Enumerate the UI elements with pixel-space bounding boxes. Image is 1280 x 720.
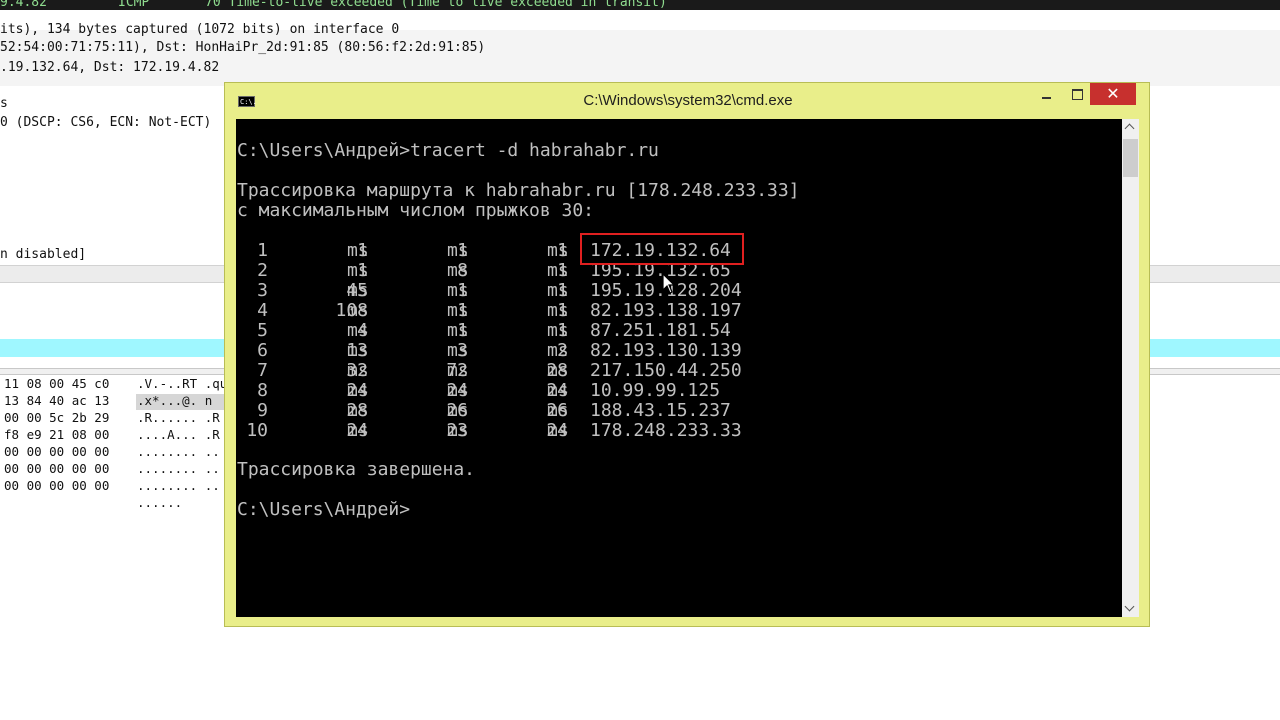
- ascii-row: ........ ..: [137, 461, 220, 476]
- ms-unit: ms: [347, 340, 369, 361]
- hex-row: 00 00 00 00 00: [4, 478, 110, 493]
- hex-row: 00 00 5c 2b 29: [4, 410, 110, 425]
- scroll-thumb[interactable]: [1123, 139, 1138, 177]
- scroll-up-arrow-icon[interactable]: [1122, 119, 1139, 136]
- detail-checksum-line[interactable]: n disabled]: [0, 246, 86, 263]
- hop-ip: 82.193.130.139: [590, 340, 742, 361]
- ascii-row: ........ ..: [137, 444, 220, 459]
- scroll-down-arrow-icon[interactable]: [1122, 600, 1139, 617]
- hex-row: 00 00 00 00 00: [4, 461, 110, 476]
- ms-unit: ms: [547, 300, 569, 321]
- packet-protocol: ICMP: [118, 0, 150, 10]
- ms-unit: ms: [447, 240, 469, 261]
- ascii-row: .x*...@. n: [137, 393, 213, 408]
- detail-ip-line[interactable]: .19.132.64, Dst: 172.19.4.82: [0, 59, 219, 76]
- ms-unit: ms: [547, 400, 569, 421]
- hop-ip: 10.99.99.125: [590, 380, 721, 401]
- maximize-button[interactable]: [1064, 83, 1090, 105]
- hop-ip: 178.248.233.33: [590, 420, 742, 441]
- detail-dscp-line[interactable]: 0 (DSCP: CS6, ECN: Not-ECT): [0, 114, 211, 131]
- packet-destination: 9.4.82: [0, 0, 47, 10]
- window-title: C:\Windows\system32\cmd.exe: [583, 92, 793, 109]
- hop-number: 9: [257, 400, 268, 421]
- detail-frame-line[interactable]: its), 134 bytes captured (1072 bits) on …: [0, 21, 399, 38]
- vertical-scrollbar[interactable]: [1122, 119, 1139, 617]
- close-icon: ✕: [1106, 84, 1120, 103]
- ms-unit: ms: [547, 320, 569, 341]
- hop-number: 10: [246, 420, 268, 441]
- ms-unit: ms: [347, 400, 369, 421]
- hop-ip: 87.251.181.54: [590, 320, 731, 341]
- hop-number: 3: [257, 280, 268, 301]
- ms-unit: ms: [547, 240, 569, 261]
- cmd-window[interactable]: C:\. C:\Windows\system32\cmd.exe ✕ C:\Us…: [224, 82, 1150, 627]
- mouse-cursor-icon: [662, 273, 676, 294]
- trace-header-line: Трассировка маршрута к habrahabr.ru [178…: [237, 180, 800, 201]
- ascii-row: .R...... .R: [137, 410, 220, 425]
- ms-unit: ms: [347, 260, 369, 281]
- ms-unit: ms: [447, 420, 469, 441]
- ms-unit: ms: [347, 320, 369, 341]
- hop-number: 4: [257, 300, 268, 321]
- ms-unit: ms: [347, 300, 369, 321]
- ascii-row: ....A... .R: [137, 427, 220, 442]
- packet-list-selected-row[interactable]: 9.4.82 ICMP 70 Time-to-live exceeded (Ti…: [0, 0, 1280, 10]
- hop-ip: 188.43.15.237: [590, 400, 731, 421]
- ms-unit: ms: [547, 340, 569, 361]
- ms-unit: ms: [347, 360, 369, 381]
- packet-info: 70 Time-to-live exceeded (Time to live e…: [205, 0, 667, 10]
- hop-number: 1: [257, 240, 268, 261]
- ms-unit: ms: [347, 420, 369, 441]
- ms-unit: ms: [447, 400, 469, 421]
- ascii-row: ........ ..: [137, 478, 220, 493]
- hop-number: 7: [257, 360, 268, 381]
- ms-unit: ms: [547, 280, 569, 301]
- hex-row: 00 00 00 00 00: [4, 444, 110, 459]
- minimize-button[interactable]: [1033, 83, 1059, 105]
- hex-row: f8 e9 21 08 00: [4, 427, 110, 442]
- ms-unit: ms: [447, 260, 469, 281]
- detail-ethernet-line[interactable]: 52:54:00:71:75:11), Dst: HonHaiPr_2d:91:…: [0, 39, 485, 56]
- ms-unit: ms: [447, 320, 469, 341]
- ms-unit: ms: [447, 360, 469, 381]
- console-output[interactable]: C:\Users\Андрей>tracert -d habrahabr.ru …: [236, 119, 1122, 617]
- hop-number: 2: [257, 260, 268, 281]
- hex-row: 11 08 00 45 c0: [4, 376, 110, 391]
- hop-number: 5: [257, 320, 268, 341]
- ms-unit: ms: [447, 280, 469, 301]
- ms-unit: ms: [347, 280, 369, 301]
- prompt-line: C:\Users\Андрей>: [237, 499, 411, 520]
- close-button[interactable]: ✕: [1090, 83, 1136, 105]
- command-line: C:\Users\Андрей>tracert -d habrahabr.ru: [237, 140, 659, 161]
- ascii-row: .V.-..RT .qu: [137, 376, 228, 391]
- trace-header-line: с максимальным числом прыжков 30:: [237, 200, 594, 221]
- ms-unit: ms: [547, 260, 569, 281]
- detail-line[interactable]: s: [0, 95, 8, 112]
- ms-unit: ms: [447, 300, 469, 321]
- highlight-box: [580, 233, 744, 265]
- hop-ip: 82.193.138.197: [590, 300, 742, 321]
- trace-complete-line: Трассировка завершена.: [237, 459, 475, 480]
- hop-number: 6: [257, 340, 268, 361]
- ms-unit: ms: [447, 380, 469, 401]
- ms-unit: ms: [547, 360, 569, 381]
- hex-row: 13 84 40 ac 13: [4, 393, 110, 408]
- hop-ip: 217.150.44.250: [590, 360, 742, 381]
- ms-unit: ms: [547, 380, 569, 401]
- ms-unit: ms: [347, 380, 369, 401]
- title-bar[interactable]: C:\. C:\Windows\system32\cmd.exe ✕: [225, 83, 1149, 119]
- ms-unit: ms: [447, 340, 469, 361]
- ascii-row: ......: [137, 495, 183, 510]
- hop-number: 8: [257, 380, 268, 401]
- ms-unit: ms: [347, 240, 369, 261]
- ms-unit: ms: [547, 420, 569, 441]
